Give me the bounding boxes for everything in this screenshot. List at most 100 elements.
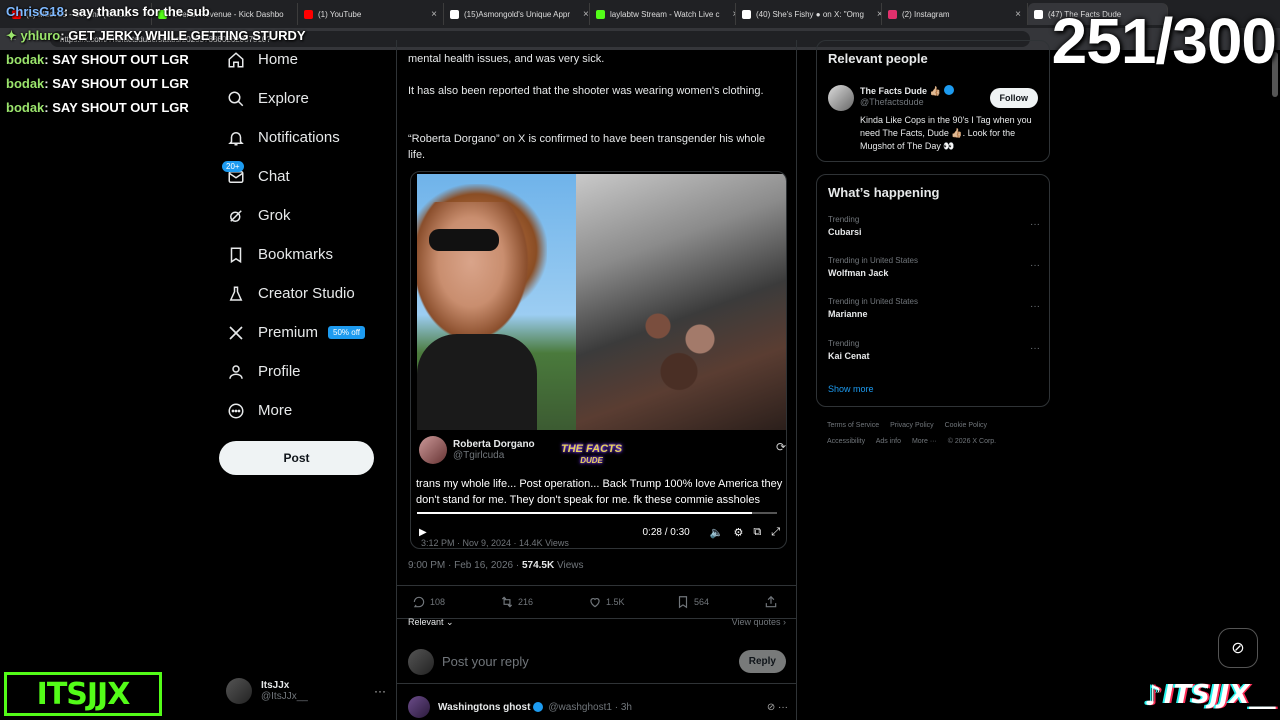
footer-link[interactable]: Cookie Policy <box>945 422 987 429</box>
close-icon[interactable]: × <box>1007 9 1021 20</box>
close-icon[interactable]: × <box>725 9 735 20</box>
avatar <box>408 696 430 718</box>
card-title: What’s happening <box>828 185 940 200</box>
follow-button[interactable]: Follow <box>989 88 1038 108</box>
nav-label: More <box>258 402 293 419</box>
fullscreen-icon[interactable]: ⤢ <box>771 526 780 539</box>
browser-tab[interactable]: laylabtw Stream - Watch Live c × <box>590 3 736 25</box>
trend-item[interactable]: Trending Cubarsi ··· <box>828 215 1040 237</box>
more-icon[interactable]: ··· <box>374 684 386 698</box>
nav-grok[interactable]: Grok <box>218 196 398 235</box>
footer-link[interactable]: Accessibility <box>827 438 865 445</box>
volume-icon[interactable]: 🔈 <box>710 526 724 539</box>
copyright: © 2026 X Corp. <box>947 438 997 445</box>
nav-premium[interactable]: Premium 50% off <box>218 313 398 352</box>
play-icon[interactable]: ▶ <box>419 527 427 538</box>
like-action[interactable]: 1.5K <box>588 595 676 609</box>
nav-bookmarks[interactable]: Bookmarks <box>218 235 398 274</box>
x-logo-icon <box>742 9 751 19</box>
reply-author-name: Washingtons ghost <box>438 701 531 713</box>
repost-action[interactable]: 216 <box>500 595 588 609</box>
more-icon[interactable]: ⊘ ··· <box>767 702 788 713</box>
nav-chat[interactable]: 20+ Chat <box>218 157 398 196</box>
quote-author: Roberta Dorgano @Tgirlcuda <box>419 436 535 464</box>
video-time: 0:28 / 0:30 <box>642 526 690 538</box>
nav-label: Notifications <box>258 129 340 146</box>
browser-tab[interactable]: (15)Asmongold's Unique Appr × <box>444 3 590 25</box>
tab-label: (40) She's Fishy ● on X: "Omg <box>756 9 864 19</box>
pip-icon[interactable]: ⧉ <box>753 526 761 539</box>
tab-label: (1) YouTube <box>318 9 362 19</box>
more-icon[interactable]: ··· <box>1030 343 1040 354</box>
reply-tweet[interactable]: Washingtons ghost @washghost1 · 3h ⊘ ··· <box>408 696 788 718</box>
verified-icon <box>943 85 954 95</box>
view-quotes-link[interactable]: View quotes › <box>732 617 786 628</box>
grok-float-button[interactable]: ⊘ <box>1218 628 1258 668</box>
main-column: mental health issues, and was very sick.… <box>396 40 797 720</box>
whats-happening-card: What’s happening Trending Cubarsi ··· Tren… <box>816 174 1050 407</box>
settings-icon[interactable]: ⚙ <box>733 526 743 539</box>
chat-line: ChrisG18: say thanks for the sub <box>6 4 210 19</box>
bookmark-action[interactable]: 564 <box>676 595 764 609</box>
more-icon[interactable]: ··· <box>1030 260 1040 271</box>
post-timestamp: 9:00 PM · Feb 16, 2026 · <box>408 560 522 571</box>
nav-creator-studio[interactable]: Creator Studio <box>218 274 398 313</box>
refresh-icon[interactable]: ⟳ <box>776 440 786 454</box>
bookmark-count: 564 <box>694 597 710 607</box>
avatar <box>828 85 854 111</box>
browser-tab[interactable]: (2) Instagram × <box>882 3 1028 25</box>
avatar <box>408 648 434 675</box>
nav-more[interactable]: More <box>218 391 398 430</box>
person-bio: Kinda Like Cops in the 90's I Tag when y… <box>860 115 1032 151</box>
trend-meta: Trending <box>828 215 860 224</box>
post-views: 574.5K <box>521 560 555 571</box>
trend-item[interactable]: Trending in United States Wolfman Jack ··· <box>828 256 1040 278</box>
repost-icon <box>501 596 513 608</box>
nav-label: Chat <box>258 168 290 185</box>
footer-link[interactable]: Privacy Policy <box>890 422 934 429</box>
browser-tab[interactable]: (40) She's Fishy ● on X: "Omg × <box>736 3 882 25</box>
post-text: “Roberta Dorgano” on X is confirmed to h… <box>408 133 766 161</box>
post-actions: 108 216 1.5K 564 <box>397 585 797 619</box>
more-icon[interactable]: ··· <box>1030 301 1040 312</box>
nav-profile[interactable]: Profile <box>218 352 398 391</box>
reply-count: 108 <box>430 597 446 607</box>
footer-link[interactable]: More ··· <box>912 438 937 445</box>
sort-dropdown[interactable]: Relevant ⌄ <box>408 617 454 628</box>
person-name-text: The Facts Dude 👍🏼 <box>860 86 941 96</box>
show-more-link[interactable]: Show more <box>828 384 874 394</box>
reply-action[interactable]: 108 <box>412 595 500 609</box>
share-action[interactable] <box>764 595 782 609</box>
chat-user: bodak <box>6 52 45 67</box>
close-icon[interactable]: × <box>869 9 881 20</box>
account-switcher[interactable]: ItsJJx @ItsJJx__ ··· <box>226 676 386 706</box>
flask-icon <box>226 284 246 304</box>
chat-user: ✦ yhluro <box>6 28 61 43</box>
reply-icon <box>413 596 425 608</box>
chat-message: SAY SHOUT OUT LGR <box>52 52 189 67</box>
view-quotes-label: View quotes <box>731 617 781 627</box>
card-title: Relevant people <box>828 51 928 66</box>
video-progress-bar[interactable] <box>417 512 777 514</box>
trend-item[interactable]: Trending in United States Marianne ··· <box>828 297 1040 319</box>
watermark: THE FACTS DUDE <box>561 444 622 466</box>
footer-link[interactable]: Terms of Service <box>827 422 879 429</box>
close-icon[interactable]: × <box>423 9 437 20</box>
reply-input[interactable]: Post your reply <box>442 654 529 669</box>
reply-button[interactable]: Reply <box>738 650 786 673</box>
more-circle-icon <box>226 401 246 421</box>
quoted-video[interactable]: Roberta Dorgano @Tgirlcuda THE FACTS DUDE… <box>410 171 787 549</box>
close-icon[interactable]: × <box>575 9 589 20</box>
footer-link[interactable]: Ads info <box>876 438 901 445</box>
browser-tab[interactable]: (1) YouTube × <box>298 3 444 25</box>
quote-author-name: Roberta Dorgano <box>453 439 535 450</box>
trend-name: Wolfman Jack <box>828 268 889 278</box>
nav-notifications[interactable]: Notifications <box>218 118 398 157</box>
more-icon[interactable]: ··· <box>1030 219 1040 230</box>
kick-streamer-logo: ITSJJX <box>4 672 162 716</box>
trend-item[interactable]: Trending Kai Cenat ··· <box>828 339 1040 361</box>
chat-line: ✦ yhluro: GET JERKY WHILE GETTING STURDY <box>6 28 306 43</box>
post-button[interactable]: Post <box>219 441 374 475</box>
chat-message: GET JERKY WHILE GETTING STURDY <box>68 28 306 43</box>
like-count: 1.5K <box>606 597 625 607</box>
